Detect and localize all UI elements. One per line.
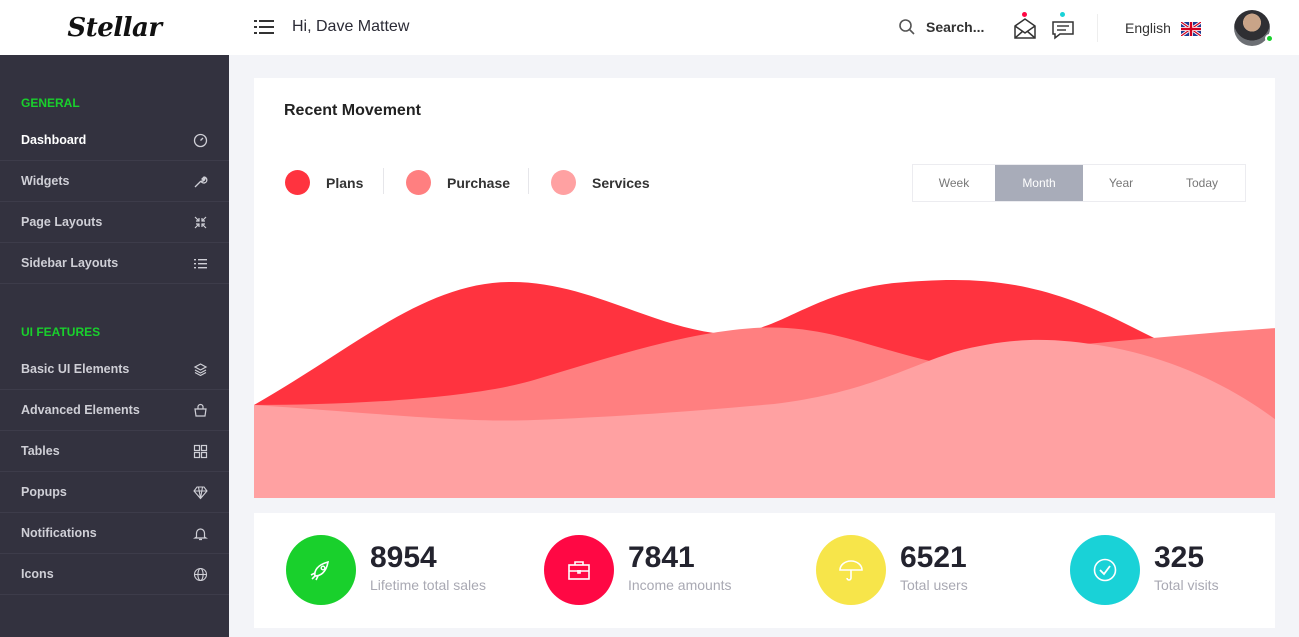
- check-circle-icon: [1070, 535, 1140, 605]
- sidebar-item-widgets[interactable]: Widgets: [0, 161, 229, 202]
- wrench-icon: [193, 174, 208, 189]
- bag-icon: [193, 403, 208, 418]
- briefcase-icon: [544, 535, 614, 605]
- sidebar-item-dashboard[interactable]: Dashboard: [0, 120, 229, 161]
- menu-icon[interactable]: [254, 18, 274, 36]
- sidebar-item-icons[interactable]: Icons: [0, 554, 229, 595]
- sidebar: GENERAL Dashboard Widgets Page Layouts S…: [0, 55, 229, 637]
- legend-divider: [528, 168, 529, 194]
- recent-movement-card: Recent Movement Plans Purchase Services …: [254, 78, 1275, 498]
- legend-item-purchase[interactable]: Purchase: [406, 170, 510, 195]
- sidebar-item-label: Widgets: [21, 174, 70, 188]
- tab-today[interactable]: Today: [1159, 165, 1245, 201]
- sidebar-item-label: Icons: [21, 567, 54, 581]
- online-status-dot: [1265, 34, 1274, 43]
- period-tabs: Week Month Year Today: [912, 164, 1246, 202]
- chat-notification-dot: [1060, 12, 1065, 17]
- language-selector[interactable]: English: [1125, 20, 1171, 36]
- legend-dot: [285, 170, 310, 195]
- brand-logo[interactable]: Stellar: [0, 0, 229, 55]
- sidebar-item-label: Tables: [21, 444, 60, 458]
- sidebar-item-label: Popups: [21, 485, 67, 499]
- legend-dot: [551, 170, 576, 195]
- greeting-text: Hi, Dave Mattew: [292, 18, 410, 35]
- layers-icon: [193, 362, 208, 377]
- search-icon: [899, 19, 915, 35]
- legend-label: Services: [592, 174, 650, 191]
- tab-week[interactable]: Week: [913, 165, 995, 201]
- section-title-general: GENERAL: [21, 96, 80, 110]
- sidebar-item-label: Page Layouts: [21, 215, 103, 229]
- rocket-icon: [286, 535, 356, 605]
- stat-value: 6521: [900, 541, 967, 574]
- movement-area-chart: [254, 279, 1275, 498]
- stats-card: 8954 Lifetime total sales 7841 Income am…: [254, 513, 1275, 628]
- legend-item-services[interactable]: Services: [551, 170, 650, 195]
- bell-icon: [193, 526, 208, 541]
- uk-flag-icon[interactable]: [1180, 20, 1202, 38]
- stat-label: Total users: [900, 577, 968, 593]
- umbrella-icon: [816, 535, 886, 605]
- compress-icon: [193, 215, 208, 230]
- tab-month[interactable]: Month: [995, 165, 1083, 201]
- sidebar-item-label: Basic UI Elements: [21, 362, 130, 376]
- search-label: Search...: [926, 19, 985, 35]
- globe-icon: [193, 567, 208, 582]
- sidebar-item-notifications[interactable]: Notifications: [0, 513, 229, 554]
- stat-label: Income amounts: [628, 577, 732, 593]
- legend-label: Plans: [326, 174, 364, 191]
- brand-name: Stellar: [67, 12, 162, 43]
- sidebar-item-basic-ui-elements[interactable]: Basic UI Elements: [0, 349, 229, 390]
- legend-dot: [406, 170, 431, 195]
- sidebar-item-page-layouts[interactable]: Page Layouts: [0, 202, 229, 243]
- mail-icon[interactable]: [1013, 12, 1037, 40]
- sidebar-item-popups[interactable]: Popups: [0, 472, 229, 513]
- top-header: Stellar Hi, Dave Mattew Search... Englis…: [0, 0, 1299, 55]
- gauge-icon: [193, 133, 208, 148]
- sidebar-item-label: Sidebar Layouts: [21, 256, 119, 270]
- card-title: Recent Movement: [284, 102, 421, 119]
- list-icon: [193, 256, 208, 271]
- stat-value: 7841: [628, 541, 695, 574]
- tab-year[interactable]: Year: [1083, 165, 1159, 201]
- stat-label: Total visits: [1154, 577, 1219, 593]
- sidebar-item-label: Dashboard: [21, 133, 87, 147]
- diamond-icon: [193, 485, 208, 500]
- sidebar-item-sidebar-layouts[interactable]: Sidebar Layouts: [0, 243, 229, 284]
- chat-icon[interactable]: [1051, 12, 1075, 40]
- sidebar-item-tables[interactable]: Tables: [0, 431, 229, 472]
- legend-label: Purchase: [447, 174, 511, 191]
- grid-icon: [193, 444, 208, 459]
- legend-divider: [383, 168, 384, 194]
- stat-value: 325: [1154, 541, 1205, 574]
- sidebar-item-label: Notifications: [21, 526, 97, 540]
- search-box[interactable]: Search...: [898, 18, 984, 36]
- sidebar-item-advanced-elements[interactable]: Advanced Elements: [0, 390, 229, 431]
- mail-notification-dot: [1022, 12, 1027, 17]
- sidebar-item-label: Advanced Elements: [21, 403, 140, 417]
- stat-label: Lifetime total sales: [370, 577, 486, 593]
- header-divider: [1097, 14, 1098, 42]
- stat-value: 8954: [370, 541, 437, 574]
- legend-item-plans[interactable]: Plans: [285, 170, 363, 195]
- section-title-ui-features: UI FEATURES: [21, 325, 101, 339]
